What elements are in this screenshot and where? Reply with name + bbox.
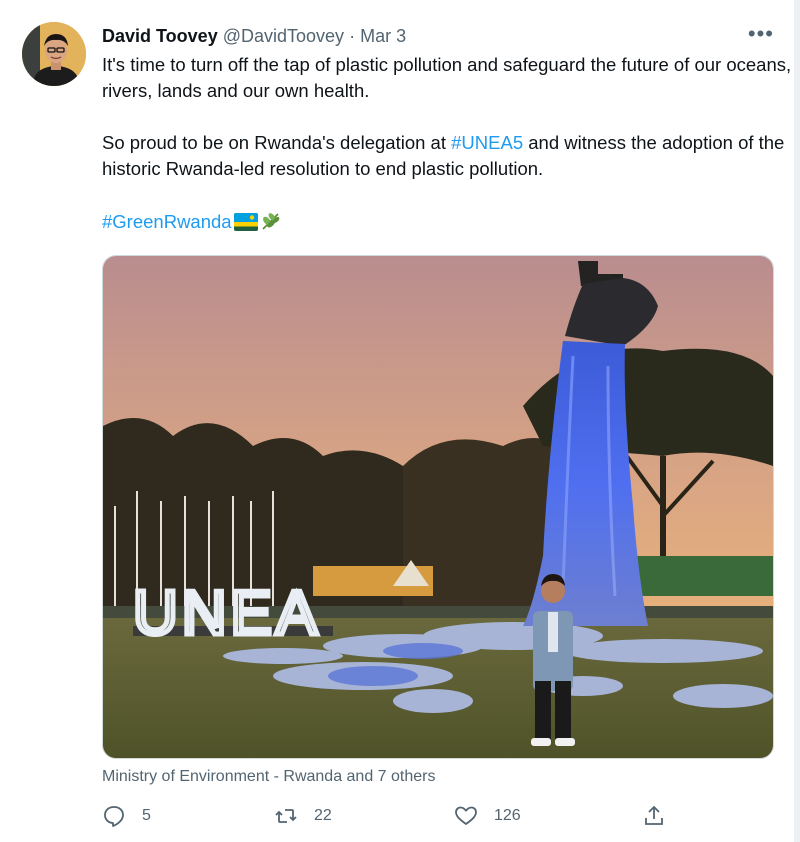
like-button[interactable]: 126	[454, 803, 521, 829]
heart-icon	[455, 806, 477, 825]
tweet-text-segment: So proud to be on Rwanda's delegation at	[102, 132, 452, 153]
tweet-date[interactable]: Mar 3	[360, 26, 406, 46]
separator: ·	[349, 26, 356, 46]
reply-count: 5	[142, 807, 151, 824]
avatar[interactable]	[22, 22, 86, 86]
avatar-photo	[22, 22, 86, 86]
retweet-count: 22	[314, 807, 332, 824]
retweet-icon	[275, 809, 297, 823]
tweet-card[interactable]: David Toovey @DavidToovey · Mar 3 ••• It…	[0, 0, 800, 842]
frame-edge	[794, 0, 800, 842]
tweet-text-paragraph-3: #GreenRwanda	[102, 209, 792, 238]
liked-by-text[interactable]: Ministry of Environment - Rwanda and 7 o…	[102, 767, 435, 787]
hashtag-unea5[interactable]: #UNEA5	[451, 132, 523, 153]
reply-icon	[104, 806, 124, 827]
share-button[interactable]	[642, 803, 682, 829]
author-handle[interactable]: @DavidToovey	[223, 26, 344, 46]
retweet-button[interactable]: 22	[274, 803, 332, 829]
tweet-text-paragraph-2: So proud to be on Rwanda's delegation at…	[102, 130, 792, 182]
hashtag-greenrwanda[interactable]: #GreenRwanda	[102, 211, 232, 232]
more-icon[interactable]: •••	[748, 23, 774, 45]
rwanda-flag-emoji	[233, 212, 258, 238]
author-name[interactable]: David Toovey	[102, 26, 218, 46]
herb-emoji	[260, 211, 282, 238]
tweet-photo[interactable]: UNEA	[102, 255, 774, 759]
reply-button[interactable]: 5	[102, 803, 151, 829]
like-count: 126	[494, 807, 521, 824]
share-icon	[645, 805, 663, 825]
unea-sign: UNEA	[133, 579, 321, 648]
tweet-text-paragraph-1: It's time to turn off the tap of plastic…	[102, 54, 792, 101]
tweet-header: David Toovey @DavidToovey · Mar 3	[102, 24, 406, 48]
